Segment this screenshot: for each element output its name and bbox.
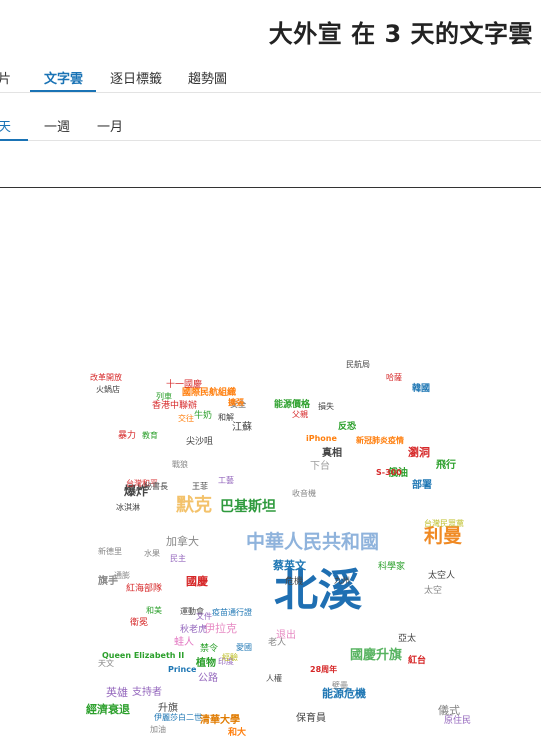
wordcloud-word: 28周年 bbox=[310, 665, 338, 674]
wordcloud-word: 真相 bbox=[322, 448, 342, 459]
wordcloud-word: 冰淇淋 bbox=[116, 503, 140, 512]
wordcloud-word: 清華大學 bbox=[200, 715, 240, 726]
page-title: 大外宣 在 3 天的文字雲 bbox=[268, 20, 533, 48]
wordcloud-word: 利曼 bbox=[424, 525, 463, 547]
time-range-tabs: 天 一週 一月 bbox=[0, 106, 541, 141]
wordcloud-word: 工藝 bbox=[218, 476, 234, 485]
wordcloud-word: 改革開放 bbox=[90, 373, 122, 382]
wordcloud-word: Queen Elizabeth II bbox=[102, 651, 185, 660]
section-divider bbox=[0, 187, 541, 188]
wordcloud-word: 擴張 bbox=[228, 398, 244, 407]
wordcloud-word: 亞太 bbox=[398, 634, 417, 644]
wordcloud-word: 和大 bbox=[228, 728, 247, 738]
wordcloud-word: 瀏洞 bbox=[408, 446, 430, 459]
wordcloud-word: 台灣民眾黨 bbox=[424, 519, 464, 528]
wordcloud-word: 水果 bbox=[144, 549, 160, 558]
wordcloud-word: 老人 bbox=[268, 638, 287, 648]
wordcloud-word: 疫苗通行證 bbox=[212, 608, 252, 617]
wordcloud-word: 旗手 bbox=[98, 576, 118, 587]
wordcloud-word: 韓國 bbox=[412, 384, 431, 394]
range-week[interactable]: 一週 bbox=[44, 116, 70, 135]
wordcloud-word: S-300 bbox=[376, 468, 402, 477]
wordcloud-word: 默克 bbox=[176, 495, 212, 516]
wordcloud-word: 伊麗莎白二世 bbox=[154, 713, 202, 722]
wordcloud-word: 支持者 bbox=[132, 687, 162, 698]
wordcloud-word: 列車 bbox=[156, 392, 172, 401]
wordcloud-word: 蔡英文 bbox=[273, 559, 306, 572]
wordcloud-word: 文件 bbox=[196, 612, 212, 621]
range-day-underline bbox=[0, 139, 28, 141]
wordcloud-word: 人權 bbox=[266, 674, 282, 683]
wordcloud-word: 經濟衰退 bbox=[86, 703, 130, 716]
wordcloud-word: 父親 bbox=[292, 410, 308, 419]
wordcloud-word: 紅台 bbox=[408, 656, 427, 666]
wordcloud-word: 秘書長 bbox=[144, 482, 168, 491]
wordcloud-word: 尖沙咀 bbox=[186, 437, 214, 447]
wordcloud-word: 加油 bbox=[150, 725, 166, 734]
wordcloud-word: 蛙人 bbox=[174, 637, 194, 648]
wordcloud-word: iPhone bbox=[306, 434, 337, 443]
wordcloud-word: 愛國 bbox=[236, 643, 252, 652]
wordcloud-word: 損失 bbox=[318, 402, 334, 411]
tab-photos[interactable]: 片 bbox=[0, 68, 11, 87]
wordcloud-word: 巴基斯坦 bbox=[220, 499, 276, 515]
wordcloud-word: 和美 bbox=[146, 606, 162, 615]
wordcloud-word: 太空 bbox=[424, 586, 443, 596]
range-day[interactable]: 天 bbox=[0, 116, 11, 135]
wordcloud-word: 儀式 bbox=[438, 704, 460, 717]
wordcloud-word: 九州 bbox=[334, 576, 350, 585]
wordcloud-word: 科學家 bbox=[378, 562, 406, 572]
wordcloud-word: 下台 bbox=[310, 461, 330, 472]
tab-daily-tags[interactable]: 逐日標籤 bbox=[110, 68, 162, 87]
wordcloud-word: 火鍋店 bbox=[96, 385, 120, 394]
wordcloud-word: 衛冕 bbox=[130, 618, 149, 628]
wordcloud-word: 江蘇 bbox=[232, 422, 252, 433]
wordcloud-word: 新德里 bbox=[98, 547, 122, 556]
wordcloud-word: 收音機 bbox=[292, 489, 316, 498]
wordcloud-word: 牛奶 bbox=[194, 411, 213, 421]
wordcloud-word: 太空人 bbox=[428, 571, 456, 581]
wordcloud-word: 哈薩 bbox=[386, 373, 402, 382]
wordcloud-word: 保育員 bbox=[296, 713, 326, 724]
wordcloud-word: 反恐 bbox=[338, 422, 357, 432]
wordcloud-word: 紅海部隊 bbox=[126, 584, 163, 594]
wordcloud-word: 新冠肺炎疫情 bbox=[356, 436, 404, 445]
tab-trend-chart[interactable]: 趨勢圖 bbox=[188, 68, 227, 87]
range-month[interactable]: 一月 bbox=[97, 116, 123, 135]
wordcloud-word: 壁壘 bbox=[332, 681, 348, 690]
wordcloud-word: Prince bbox=[168, 665, 197, 674]
wordcloud-word: 交往 bbox=[178, 414, 194, 423]
wordcloud-word: 中華人民共和國 bbox=[246, 531, 380, 553]
wordcloud-word: 和解 bbox=[218, 413, 234, 422]
tab-wordcloud-underline bbox=[30, 90, 96, 92]
wordcloud-word: 國慶升旗 bbox=[350, 648, 403, 663]
wordcloud-word: 危機 bbox=[285, 577, 304, 587]
wordcloud-word: 英雄 bbox=[106, 686, 128, 699]
wordcloud-word: 植物 bbox=[196, 658, 216, 669]
tab-wordcloud[interactable]: 文字雲 bbox=[44, 68, 83, 87]
wordcloud-word: 十一國慶 bbox=[166, 380, 203, 390]
wordcloud-word: 禁令 bbox=[200, 644, 219, 654]
wordcloud-word: 戰狼 bbox=[172, 460, 188, 469]
wordcloud-word: 加拿大 bbox=[166, 535, 199, 548]
wordcloud-word: 部署 bbox=[412, 480, 432, 491]
wordcloud-word: 秋老虎 bbox=[180, 625, 208, 635]
wordcloud-word: 國際民航組織 bbox=[182, 388, 237, 398]
wordcloud-word: 伊拉克 bbox=[204, 622, 237, 635]
wordcloud-word: 原住民 bbox=[444, 716, 472, 726]
wordcloud-word: 飛行 bbox=[436, 460, 456, 471]
view-tabs: 片 文字雲 逐日標籤 趨勢圖 bbox=[0, 60, 541, 93]
wordcloud-word: 教育 bbox=[142, 431, 158, 440]
wordcloud-word: 國慶 bbox=[186, 575, 208, 588]
wordcloud-word: 暴力 bbox=[118, 431, 137, 441]
wordcloud-word: 民航局 bbox=[346, 360, 370, 369]
wordcloud-word: 香港中聯辦 bbox=[152, 401, 198, 411]
wordcloud-word: 公路 bbox=[198, 673, 218, 684]
word-cloud: 北溪 中華人民共和國 利曼 默克 巴基斯坦 國慶升旗 爆炸 加拿大 蔡英文 伊拉克 能源危機 國慶 經濟… bbox=[0, 355, 541, 745]
wordcloud-word: 王菲 bbox=[192, 482, 208, 491]
wordcloud-word: 經驗 bbox=[222, 653, 238, 662]
wordcloud-word: 天文 bbox=[98, 659, 114, 668]
wordcloud-word: 能源價格 bbox=[274, 400, 311, 410]
wordcloud-word: 民主 bbox=[170, 554, 186, 563]
